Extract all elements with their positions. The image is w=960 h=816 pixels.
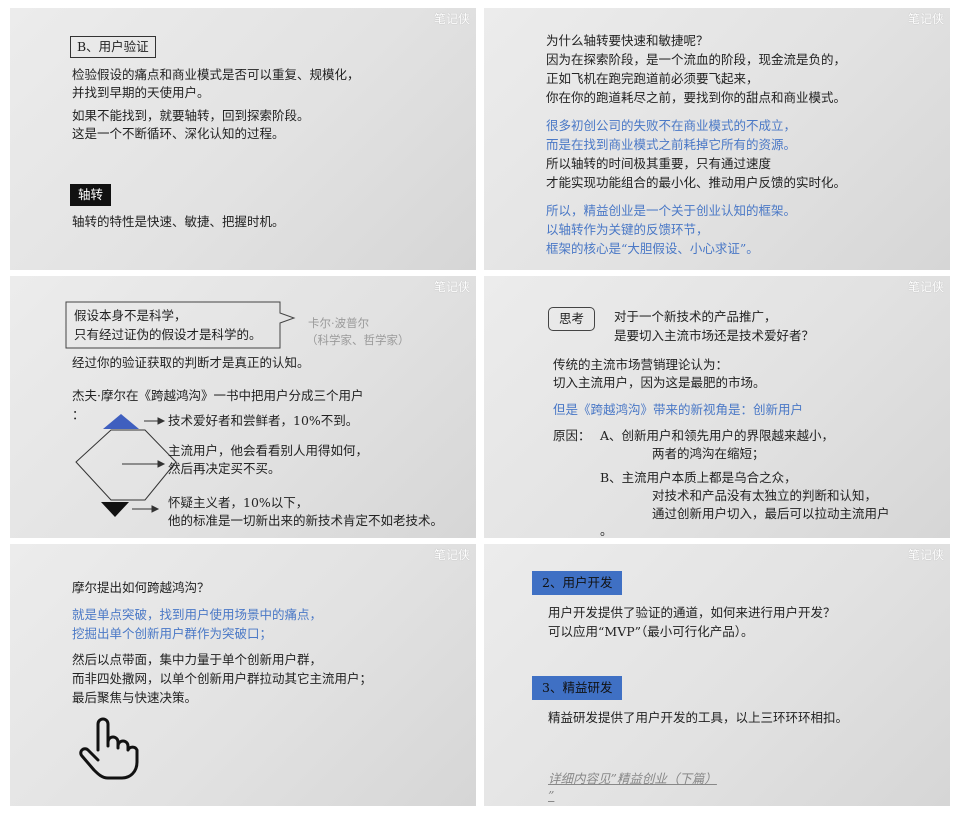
slide-pivot-speed: 笔记侠 为什么轴转要快速和敏捷呢？ 因为在探索阶段，是一个流血的阶段，现金流是负…: [484, 8, 950, 270]
triangle-up-icon: [103, 414, 139, 429]
paragraph-line: 这是一个不断循环、深化认知的过程。: [72, 126, 285, 141]
paragraph-line: 精益研发提供了用户开发的工具，以上三环环环相扣。: [548, 710, 849, 725]
detail-link[interactable]: 详细内容见”精益创业（下篇）: [548, 770, 717, 788]
question-line: 对于一个新技术的产品推广，: [614, 309, 777, 324]
paragraph-line: 因为在探索阶段，是一个流血的阶段，现金流是负的，: [546, 52, 847, 67]
paragraph-line: 如果不能找到，就要轴转，回到探索阶段。: [72, 108, 310, 123]
slide-crossing-chasm: 笔记侠 摩尔提出如何跨越鸿沟？ 就是单点突破，找到用户使用场景中的痛点， 挖掘出…: [10, 544, 476, 806]
paragraph-line: 轴转的特性是快速、敏捷、把握时机。: [72, 214, 285, 229]
segment-skeptics: 他的标准是一切新出来的新技术肯定不如老技术。: [168, 513, 444, 528]
watermark: 笔记侠: [907, 12, 944, 26]
paragraph-line: 为什么轴转要快速和敏捷呢？: [546, 33, 709, 48]
reason-b-end: 。: [600, 523, 613, 538]
paragraph-line: 最后聚焦与快速决策。: [72, 690, 198, 705]
paragraph-line: 正如飞机在跑完跑道前必须要飞起来，: [546, 71, 759, 86]
slide-thinking: 笔记侠 思考 对于一个新技术的产品推广， 是要切入主流市场还是技术爱好者？ 传统…: [484, 276, 950, 538]
reason-a-cont: 两者的鸿沟在缩短；: [652, 446, 765, 461]
highlight-line: 但是《跨越鸿沟》带来的新视角是：创新用户: [553, 402, 804, 417]
slide-user-validation: 笔记侠 B、用户验证 检验假设的痛点和商业模式是否可以重复、规模化， 并找到早期…: [10, 8, 476, 270]
highlight-line: 框架的核心是“大胆假设、小心求证”。: [546, 241, 759, 256]
paragraph-line: 所以轴转的时间极其重要，只有通过速度: [546, 156, 772, 171]
segment-mainstream: 主流用户，他会看看别人用得如何，: [168, 443, 369, 458]
highlight-line: 而是在找到商业模式之前耗掉它所有的资源。: [546, 137, 797, 152]
paragraph-line: 可以应用“MVP”（最小可行化产品）。: [548, 624, 754, 639]
arrow-icon: [122, 417, 166, 513]
think-badge: 思考: [548, 307, 596, 331]
slide-customer-development: 笔记侠 2、用户开发 用户开发提供了验证的通道，如何来进行用户开发？ 可以应用“…: [484, 544, 950, 806]
section-label-customer-development: 2、用户开发: [532, 571, 623, 595]
paragraph-line: 而非四处撒网，以单个创新用户群拉动其它主流用户；: [72, 671, 373, 686]
highlight-line: 挖掘出单个创新用户群作为突破口；: [72, 626, 273, 641]
highlight-line: 以轴转作为关键的反馈环节，: [546, 222, 709, 237]
section-label-user-validation: B、用户验证: [70, 36, 156, 58]
question-line: 是要切入主流市场还是技术爱好者？: [614, 328, 815, 343]
reason-label: 原因：: [553, 428, 591, 443]
reason-b-cont: 对技术和产品没有太独立的判断和认知，: [652, 488, 878, 503]
slide-hypothesis: 笔记侠 假设本身不是科学， 只有经过证伪的假设才是科学的。 卡尔·波普尔 （科学…: [10, 276, 476, 538]
highlight-line: 很多初创公司的失败不在商业模式的不成立，: [546, 118, 797, 133]
section-label-lean-rd: 3、精益研发: [532, 676, 623, 700]
reason-a: A、创新用户和领先用户的界限越来越小，: [600, 428, 835, 443]
segment-mainstream: 然后再决定买不买。: [168, 461, 281, 476]
paragraph-line: 检验假设的痛点和商业模式是否可以重复、规模化，: [72, 67, 360, 82]
paragraph-line: 才能实现功能组合的最小化、推动用户反馈的实时化。: [546, 175, 847, 190]
triangle-down-icon: [101, 502, 129, 517]
reason-b: B、主流用户本质上都是乌合之众，: [600, 470, 797, 485]
paragraph-line: 摩尔提出如何跨越鸿沟？: [72, 580, 210, 595]
watermark: 笔记侠: [907, 280, 944, 294]
paragraph-line: 你在你的跑道耗尽之前，要找到你的甜点和商业模式。: [546, 90, 847, 105]
highlight-line: 就是单点突破，找到用户使用场景中的痛点，: [72, 607, 323, 622]
watermark: 笔记侠: [433, 548, 470, 562]
segment-enthusiasts: 技术爱好者和尝鲜者，10%不到。: [168, 413, 359, 428]
segment-skeptics: 怀疑主义者，10%以下，: [168, 495, 309, 510]
section-label-pivot: 轴转: [70, 184, 112, 206]
watermark: 笔记侠: [433, 12, 470, 26]
paragraph-line: 并找到早期的天使用户。: [72, 85, 210, 100]
paragraph-line: 切入主流用户，因为这是最肥的市场。: [553, 375, 766, 390]
watermark: 笔记侠: [907, 548, 944, 562]
paragraph-line: 传统的主流市场营销理论认为：: [553, 357, 729, 372]
hand-pointer-icon: [79, 717, 139, 780]
paragraph-line: 用户开发提供了验证的通道，如何来进行用户开发？: [548, 605, 836, 620]
highlight-line: 所以，精益创业是一个关于创业认知的框架。: [546, 203, 797, 218]
paragraph-line: 然后以点带面，集中力量于单个创新用户群，: [72, 652, 323, 667]
detail-link-end[interactable]: ”: [548, 787, 554, 805]
reason-b-cont: 通过创新用户切入，最后可以拉动主流用户: [652, 506, 890, 521]
